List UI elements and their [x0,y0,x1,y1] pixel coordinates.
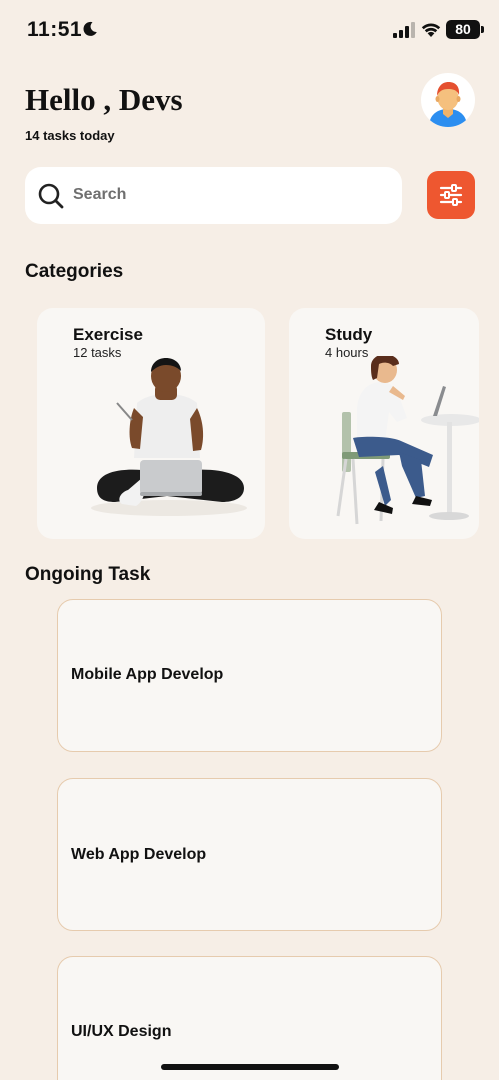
moon-icon [83,21,97,36]
status-time: 11:51 [27,18,83,41]
category-name: Exercise [73,325,143,344]
task-title: UI/UX Design [71,1023,172,1040]
task-count-subtitle: 14 tasks today [25,128,115,143]
avatar[interactable] [421,73,475,127]
task-card[interactable]: Mobile App Develop [57,599,442,752]
category-card-exercise[interactable]: Exercise 12 tasks [37,308,265,539]
ongoing-task-heading: Ongoing Task [25,564,151,585]
battery-cap [481,26,484,33]
wifi-icon [421,23,441,37]
home-screen: 11:51 80 Hello , Devs 14 tasks today Sea… [0,0,499,1080]
cellular-signal-icon [393,22,415,38]
search-icon [38,183,64,209]
task-card[interactable]: UI/UX Design [57,956,442,1080]
filter-button[interactable] [427,171,475,219]
status-bar: 11:51 80 [0,0,499,60]
home-indicator[interactable] [161,1064,339,1070]
greeting-title: Hello , Devs [25,82,183,117]
categories-heading: Categories [25,261,124,282]
person-studying-illustration [336,356,479,525]
person-with-laptop-illustration [91,358,247,516]
task-card[interactable]: Web App Develop [57,778,442,931]
search-input[interactable] [73,175,383,215]
avatar-person-icon [429,82,467,127]
filter-sliders-icon [439,184,463,206]
battery-level: 80 [446,20,480,39]
category-card-study[interactable]: Study 4 hours [289,308,479,539]
search-box [25,167,402,224]
category-name: Study [325,325,373,344]
task-title: Mobile App Develop [71,666,224,683]
task-title: Web App Develop [71,846,207,863]
